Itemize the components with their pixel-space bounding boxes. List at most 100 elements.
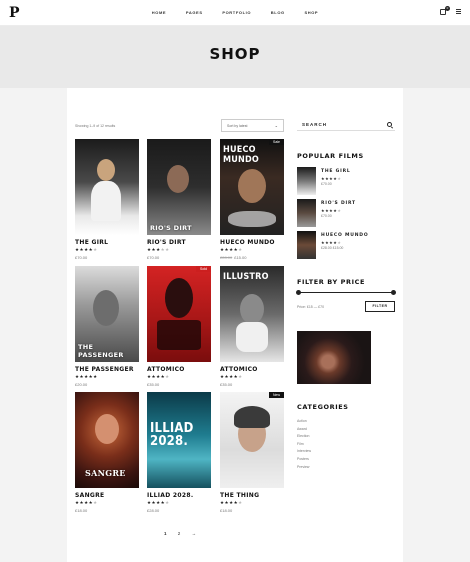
product-price: £18.00 <box>75 508 88 513</box>
product-price: £70.00 <box>75 255 88 260</box>
popular-film-item[interactable]: HUECO MUNDO ★★★★★ £28.00 £15.00 <box>297 231 395 261</box>
sale-tag: Sale <box>268 139 284 145</box>
product-poster[interactable]: ILLIAD 2028. <box>147 392 211 488</box>
category-link[interactable]: Action <box>297 418 311 426</box>
pagination: 1 2 → <box>164 531 206 536</box>
page-2-link[interactable]: 2 <box>178 531 181 536</box>
film-name[interactable]: THE GIRL <box>321 169 351 174</box>
search-input[interactable]: SEARCH <box>297 119 395 131</box>
product-name[interactable]: THE GIRL <box>75 239 139 246</box>
product-name[interactable]: RIO'S DIRT <box>147 239 211 246</box>
product-card[interactable]: SANGRE SANGRE ★★★★★ £18.00 <box>75 392 139 513</box>
category-link[interactable]: Election <box>297 433 311 441</box>
main-nav: HOME PAGES PORTFOLIO BLOG SHOP <box>0 10 470 15</box>
poster-title: THE PASSENGER <box>78 343 124 359</box>
price-range-text: Price: £15 — £70 <box>297 305 325 309</box>
nav-home[interactable]: HOME <box>152 10 166 15</box>
search-icon[interactable] <box>387 122 392 127</box>
rating-stars: ★★★★★ <box>147 247 170 252</box>
promo-banner-image[interactable] <box>297 331 371 384</box>
product-poster[interactable]: SANGRE <box>75 392 139 488</box>
product-poster[interactable]: RIO'S DIRT <box>147 139 211 235</box>
rating-stars: ★★★★★ <box>147 500 170 505</box>
filter-by-price-title: FILTER BY PRICE <box>297 278 366 286</box>
slider-handle-min[interactable] <box>296 290 301 295</box>
nav-blog[interactable]: BLOG <box>271 10 285 15</box>
hamburger-menu-icon[interactable] <box>456 9 461 15</box>
sort-select[interactable]: Sort by latest ⌄ <box>221 119 284 132</box>
product-name[interactable]: HUECO MUNDO <box>220 239 284 246</box>
product-price: £28.00 <box>147 508 160 513</box>
product-name[interactable]: SANGRE <box>75 492 139 499</box>
product-card[interactable]: ILLIAD 2028. ILLIAD 2028. ★★★★★ £28.00 <box>147 392 211 513</box>
product-name[interactable]: THE PASSENGER <box>75 366 139 373</box>
product-card[interactable]: THE PASSENGER THE PASSENGER ★★★★★ £20.00 <box>75 266 139 387</box>
film-thumbnail[interactable] <box>297 167 316 195</box>
category-link[interactable]: Posters <box>297 456 311 464</box>
categories-title: CATEGORIES <box>297 403 349 411</box>
popular-film-item[interactable]: THE GIRL ★★★★★ £70.00 <box>297 167 395 197</box>
nav-shop[interactable]: SHOP <box>304 10 318 15</box>
product-poster[interactable]: New <box>220 392 284 488</box>
product-poster[interactable]: THE PASSENGER <box>75 266 139 362</box>
rating-stars: ★★★★★ <box>321 208 342 213</box>
category-link[interactable]: Award <box>297 426 311 434</box>
rating-stars: ★★★★★ <box>147 374 170 379</box>
category-link[interactable]: Film <box>297 441 311 449</box>
product-card[interactable]: RIO'S DIRT RIO'S DIRT ★★★★★ £70.00 <box>147 139 211 260</box>
product-name[interactable]: THE THING <box>220 492 284 499</box>
film-price: £28.00 £15.00 <box>321 246 344 250</box>
film-name[interactable]: HUECO MUNDO <box>321 233 368 238</box>
rating-stars: ★★★★★ <box>321 240 342 245</box>
poster-title: HUECO MUNDO <box>223 145 260 165</box>
popular-film-item[interactable]: RIO'S DIRT ★★★★★ £70.00 <box>297 199 395 229</box>
price-slider[interactable] <box>296 290 396 295</box>
result-count: Showing 1–9 of 12 results <box>75 124 116 128</box>
filter-button[interactable]: FILTER <box>365 301 395 312</box>
product-name[interactable]: ATTOMICO <box>147 366 211 373</box>
product-price: £28.00 £15.00 <box>220 255 247 260</box>
product-price: £35.00 <box>147 382 160 387</box>
product-card[interactable]: THE GIRL ★★★★★ £70.00 <box>75 139 139 260</box>
film-price: £70.00 <box>321 214 332 218</box>
next-page-arrow-icon[interactable]: → <box>192 531 197 536</box>
page-1-link[interactable]: 1 <box>164 531 167 536</box>
poster-title: SANGRE <box>85 468 126 478</box>
product-price: £35.00 <box>220 382 233 387</box>
film-name[interactable]: RIO'S DIRT <box>321 201 356 206</box>
rating-stars: ★★★★★ <box>220 374 243 379</box>
new-tag: New <box>268 392 284 398</box>
rating-stars: ★★★★★ <box>75 374 98 379</box>
rating-stars: ★★★★★ <box>220 247 243 252</box>
category-link[interactable]: Preview <box>297 464 311 472</box>
product-card[interactable]: ILLUSTRO ATTOMICO ★★★★★ £35.00 <box>220 266 284 387</box>
categories-list: Action Award Election Film Interview Pos… <box>297 418 311 471</box>
rating-stars: ★★★★★ <box>220 500 243 505</box>
sold-tag: Sold <box>195 266 211 272</box>
poster-title: ILLUSTRO <box>223 272 269 282</box>
product-name[interactable]: ILLIAD 2028. <box>147 492 211 499</box>
poster-title: ILLIAD 2028. <box>150 421 194 449</box>
film-thumbnail[interactable] <box>297 231 316 259</box>
product-poster[interactable]: HUECO MUNDO Sale <box>220 139 284 235</box>
product-poster[interactable] <box>75 139 139 235</box>
product-price: £20.00 <box>75 382 88 387</box>
cart-count-badge: 0 <box>445 6 450 11</box>
slider-handle-max[interactable] <box>391 290 396 295</box>
product-card[interactable]: Sold ATTOMICO ★★★★★ £35.00 <box>147 266 211 387</box>
product-name[interactable]: ATTOMICO <box>220 366 284 373</box>
poster-title: RIO'S DIRT <box>150 224 192 232</box>
rating-stars: ★★★★★ <box>75 247 98 252</box>
popular-films-title: POPULAR FILMS <box>297 152 364 160</box>
chevron-down-icon: ⌄ <box>274 123 278 128</box>
page-title: SHOP <box>209 45 261 63</box>
category-link[interactable]: Interview <box>297 448 311 456</box>
product-poster[interactable]: Sold <box>147 266 211 362</box>
product-poster[interactable]: ILLUSTRO <box>220 266 284 362</box>
product-card[interactable]: HUECO MUNDO Sale HUECO MUNDO ★★★★★ £28.0… <box>220 139 284 260</box>
product-card[interactable]: New THE THING ★★★★★ £18.00 <box>220 392 284 513</box>
nav-pages[interactable]: PAGES <box>186 10 203 15</box>
film-thumbnail[interactable] <box>297 199 316 227</box>
rating-stars: ★★★★★ <box>75 500 98 505</box>
nav-portfolio[interactable]: PORTFOLIO <box>222 10 251 15</box>
